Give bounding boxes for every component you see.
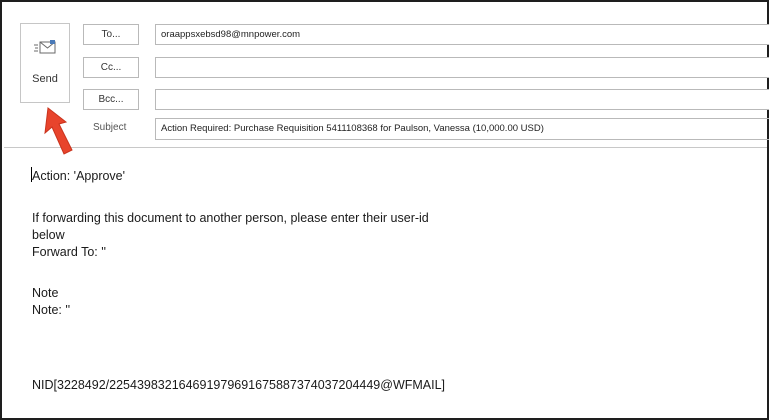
body-line-action: Action: 'Approve': [32, 169, 126, 183]
bcc-button[interactable]: Bcc...: [83, 89, 139, 110]
send-button[interactable]: Send: [20, 23, 70, 103]
body-line-nid: NID[3228492/2254398321646919796916758873…: [32, 378, 446, 392]
body-line-note-heading: Note: [32, 286, 59, 300]
envelope-send-icon: [34, 40, 56, 54]
email-compose-window: Send To... Cc... Bcc... oraappsxebsd98@m…: [0, 0, 769, 420]
to-button[interactable]: To...: [83, 24, 139, 45]
body-line-forward-to: Forward To: '': [32, 245, 107, 259]
red-arrow-icon: [44, 107, 73, 155]
header-separator: [4, 147, 767, 148]
body-line-note: Note: '': [32, 303, 71, 317]
cc-field[interactable]: [155, 57, 769, 78]
cc-button[interactable]: Cc...: [83, 57, 139, 78]
body-line-forwarding: If forwarding this document to another p…: [32, 211, 429, 225]
send-label: Send: [32, 73, 58, 85]
bcc-field[interactable]: [155, 89, 769, 110]
body-line-below: below: [32, 228, 65, 242]
subject-field[interactable]: Action Required: Purchase Requisition 54…: [155, 118, 769, 140]
subject-label: Subject: [93, 122, 127, 133]
to-field[interactable]: oraappsxebsd98@mnpower.com: [155, 24, 769, 45]
